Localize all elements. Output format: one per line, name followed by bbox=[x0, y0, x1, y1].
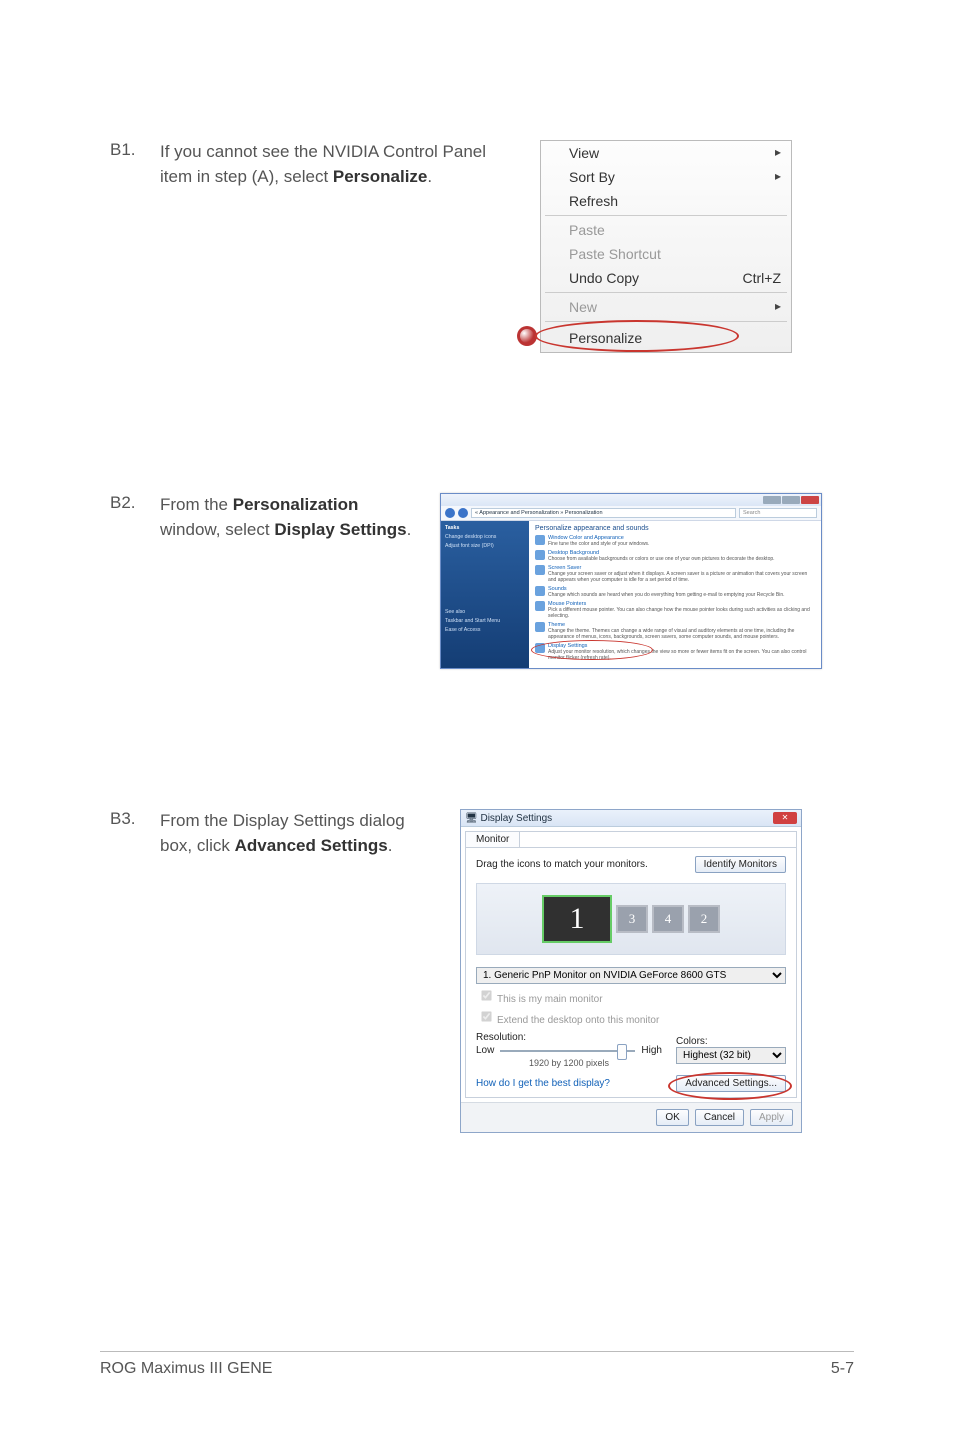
back-button[interactable] bbox=[445, 508, 455, 518]
resolution-label: Resolution: bbox=[476, 1032, 662, 1043]
step-b3-text: From the Display Settings dialog box, cl… bbox=[160, 809, 420, 858]
colors-select[interactable]: Highest (32 bit) bbox=[676, 1047, 786, 1064]
identify-button[interactable]: Identify Monitors bbox=[695, 856, 786, 873]
context-menu: View▸ Sort By▸ Refresh Paste Paste Short… bbox=[540, 140, 792, 353]
monitor-3[interactable]: 3 bbox=[616, 905, 648, 933]
chevron-right-icon: ▸ bbox=[775, 169, 781, 185]
monitor-2[interactable]: 2 bbox=[688, 905, 720, 933]
item-screensaver[interactable]: Screen SaverChange your screen saver or … bbox=[535, 565, 815, 583]
main-monitor-checkbox: This is my main monitor bbox=[476, 986, 786, 1005]
ctx-view[interactable]: View▸ bbox=[541, 141, 791, 165]
step-b2-label: B2. bbox=[110, 493, 160, 513]
search-input[interactable]: Search bbox=[739, 508, 817, 518]
extend-checkbox: Extend the desktop onto this monitor bbox=[476, 1007, 786, 1026]
ctx-new[interactable]: New▸ bbox=[541, 295, 791, 319]
personalize-icon bbox=[517, 326, 537, 346]
sidebar-item[interactable]: Change desktop icons bbox=[445, 534, 525, 540]
monitor-4[interactable]: 4 bbox=[652, 905, 684, 933]
ctx-paste: Paste bbox=[541, 218, 791, 242]
titlebar bbox=[441, 494, 821, 506]
colors-label: Colors: bbox=[676, 1036, 786, 1047]
minimize-button[interactable] bbox=[763, 496, 781, 504]
cancel-button[interactable]: Cancel bbox=[695, 1109, 744, 1126]
dialog-title: 🖥 Display Settings bbox=[465, 813, 552, 824]
monitor-1[interactable]: 1 bbox=[542, 895, 612, 943]
ctx-paste-shortcut: Paste Shortcut bbox=[541, 242, 791, 266]
sidebar-item[interactable]: Taskbar and Start Menu bbox=[445, 618, 525, 624]
close-button[interactable]: ✕ bbox=[773, 812, 797, 824]
ok-button[interactable]: OK bbox=[656, 1109, 688, 1126]
item-mouse[interactable]: Mouse PointersPick a different mouse poi… bbox=[535, 601, 815, 619]
step-b1-text: If you cannot see the NVIDIA Control Pan… bbox=[160, 140, 500, 189]
item-sounds[interactable]: SoundsChange which sounds are heard when… bbox=[535, 586, 815, 598]
chevron-right-icon: ▸ bbox=[775, 145, 781, 161]
maximize-button[interactable] bbox=[782, 496, 800, 504]
resolution-value: 1920 by 1200 pixels bbox=[476, 1058, 662, 1068]
tab-monitor[interactable]: Monitor bbox=[466, 832, 520, 847]
footer-left: ROG Maximus III GENE bbox=[100, 1360, 272, 1378]
step-b3-label: B3. bbox=[110, 809, 160, 829]
personalization-window: « Appearance and Personalization » Perso… bbox=[440, 493, 822, 669]
ctx-undo[interactable]: Undo CopyCtrl+Z bbox=[541, 266, 791, 290]
help-link[interactable]: How do I get the best display? bbox=[476, 1078, 610, 1089]
forward-button[interactable] bbox=[458, 508, 468, 518]
sidebar: Tasks Change desktop icons Adjust font s… bbox=[441, 521, 529, 668]
close-button[interactable] bbox=[801, 496, 819, 504]
ctx-sort[interactable]: Sort By▸ bbox=[541, 165, 791, 189]
ctx-personalize[interactable]: Personalize bbox=[541, 324, 791, 352]
step-b1-label: B1. bbox=[110, 140, 160, 160]
device-select[interactable]: 1. Generic PnP Monitor on NVIDIA GeForce… bbox=[476, 967, 786, 984]
apply-button: Apply bbox=[750, 1109, 793, 1126]
item-theme[interactable]: ThemeChange the theme. Themes can change… bbox=[535, 622, 815, 640]
sidebar-item[interactable]: Adjust font size (DPI) bbox=[445, 543, 525, 549]
step-b2-text: From the Personalization window, select … bbox=[160, 493, 420, 542]
chevron-right-icon: ▸ bbox=[775, 299, 781, 315]
item-desktop-bg[interactable]: Desktop BackgroundChoose from available … bbox=[535, 550, 815, 562]
breadcrumb[interactable]: « Appearance and Personalization » Perso… bbox=[471, 508, 736, 518]
item-window-color[interactable]: Window Color and AppearanceFine tune the… bbox=[535, 535, 815, 547]
ctx-refresh[interactable]: Refresh bbox=[541, 189, 791, 213]
highlight-ellipse bbox=[668, 1072, 792, 1100]
item-display-settings[interactable]: Display SettingsAdjust your monitor reso… bbox=[535, 643, 815, 661]
drag-text: Drag the icons to match your monitors. bbox=[476, 859, 648, 870]
main-heading: Personalize appearance and sounds bbox=[535, 525, 815, 532]
monitor-layout[interactable]: 1 3 4 2 bbox=[476, 883, 786, 955]
display-settings-dialog: 🖥 Display Settings ✕ Monitor Drag the ic… bbox=[460, 809, 802, 1133]
resolution-slider[interactable]: Low High bbox=[476, 1045, 662, 1056]
footer-right: 5-7 bbox=[831, 1360, 854, 1378]
sidebar-item[interactable]: Ease of Access bbox=[445, 627, 525, 633]
